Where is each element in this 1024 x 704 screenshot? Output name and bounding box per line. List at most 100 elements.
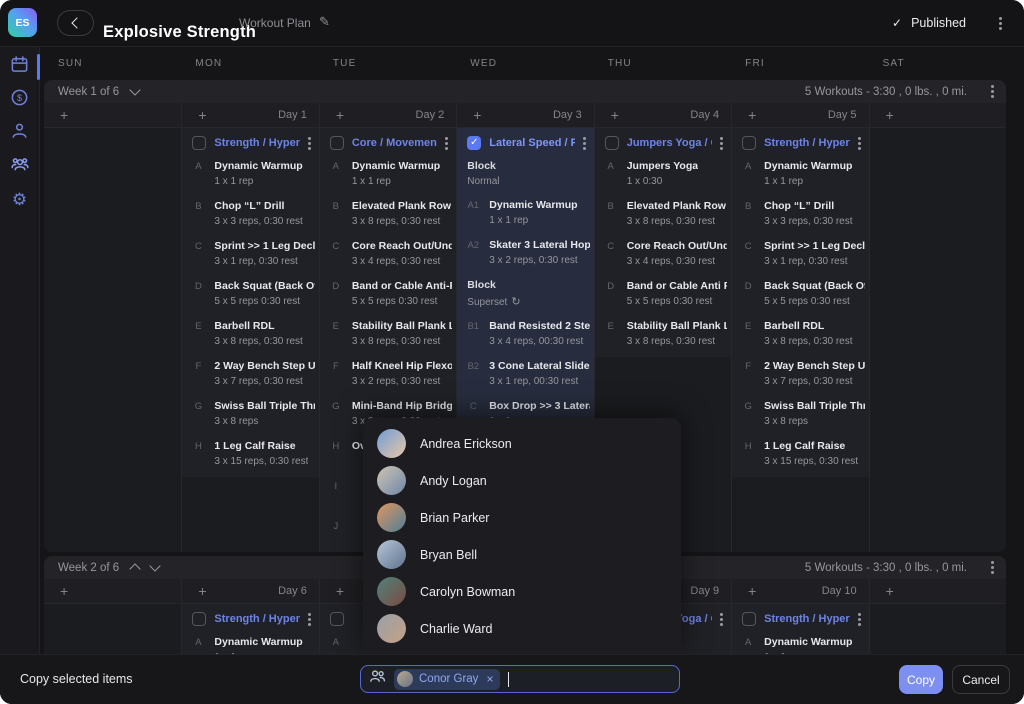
workout-menu-icon[interactable] bbox=[583, 142, 586, 145]
exercise-text: Band or Cable Anti-Rotati...5 x 5 reps 0… bbox=[352, 280, 452, 308]
workout-title[interactable]: Strength / Hypertro... bbox=[214, 137, 299, 149]
workout-card[interactable]: Strength / Hypertro... ADynamic Warmup1 x… bbox=[182, 128, 318, 477]
header-menu-icon[interactable] bbox=[999, 22, 1002, 25]
week-menu-icon[interactable] bbox=[991, 566, 994, 569]
workout-card[interactable]: Jumpers Yoga / Core AJumpers Yoga1 x 0:30… bbox=[595, 128, 731, 357]
workout-checkbox[interactable] bbox=[742, 136, 756, 150]
workout-title[interactable]: Strength / Hypertro... bbox=[764, 137, 849, 149]
athlete-option[interactable]: Carolyn Bowman bbox=[363, 573, 681, 610]
exercise-row[interactable]: F2 Way Bench Step Up3 x 7 reps, 0:30 res… bbox=[732, 357, 868, 397]
exercise-row[interactable]: EBarbell RDL3 x 8 reps, 0:30 rest bbox=[732, 317, 868, 357]
add-workout-icon[interactable]: + bbox=[198, 108, 206, 122]
sidebar-item-clients[interactable] bbox=[6, 120, 34, 146]
sidebar-item-settings[interactable]: ⚙ bbox=[6, 186, 34, 212]
exercise-row[interactable]: BElevated Plank Row3 x 8 reps, 0:30 rest bbox=[595, 197, 731, 237]
edit-title-icon[interactable]: ✎ bbox=[319, 14, 330, 30]
exercise-row[interactable]: CCore Reach Out/Under3 x 4 reps, 0:30 re… bbox=[595, 237, 731, 277]
workout-menu-icon[interactable] bbox=[720, 618, 723, 621]
add-workout-icon[interactable]: + bbox=[611, 108, 619, 122]
exercise-row[interactable]: DBand or Cable Anti Rotati...5 x 5 reps … bbox=[595, 277, 731, 317]
workout-title[interactable]: Lateral Speed / Plyo bbox=[489, 137, 574, 149]
exercise-row[interactable]: BChop “L” Drill3 x 3 reps, 0:30 rest bbox=[182, 197, 318, 237]
exercise-row[interactable]: H1 Leg Calf Raise3 x 15 reps, 0:30 rest bbox=[182, 437, 318, 477]
athlete-option[interactable]: Andrea Erickson bbox=[363, 425, 681, 462]
selected-athlete-chip[interactable]: Conor Gray × bbox=[394, 669, 500, 690]
sidebar-item-billing[interactable]: $ bbox=[6, 87, 34, 113]
add-workout-icon[interactable]: + bbox=[336, 584, 344, 598]
workout-title[interactable]: Core / Movement Q... bbox=[352, 137, 437, 149]
athlete-option[interactable]: Charlie Ward bbox=[363, 610, 681, 647]
workout-title[interactable]: Strength / Hypertro... bbox=[214, 613, 299, 625]
workout-menu-icon[interactable] bbox=[858, 142, 861, 145]
exercise-row[interactable]: DBack Squat (Back Off Set)5 x 5 reps 0:3… bbox=[732, 277, 868, 317]
sidebar-item-groups[interactable] bbox=[6, 153, 34, 179]
back-button[interactable] bbox=[57, 10, 94, 36]
athlete-option[interactable]: Andy Logan bbox=[363, 462, 681, 499]
week-expand-icon[interactable] bbox=[129, 84, 140, 95]
athlete-option[interactable]: Brian Parker bbox=[363, 499, 681, 536]
exercise-row[interactable]: EStability Ball Plank Linear ...3 x 8 re… bbox=[595, 317, 731, 357]
workout-menu-icon[interactable] bbox=[308, 142, 311, 145]
add-workout-icon[interactable]: + bbox=[748, 108, 756, 122]
exercise-row[interactable]: FHalf Kneel Hip Flexor Rais...3 x 2 reps… bbox=[320, 357, 456, 397]
exercise-row[interactable]: A2Skater 3 Lateral Hops >> ...3 x 2 reps… bbox=[457, 236, 593, 276]
exercise-row[interactable]: CSprint >> 1 Leg Declarations3 x 1 rep, … bbox=[732, 237, 868, 277]
workout-menu-icon[interactable] bbox=[308, 618, 311, 621]
add-workout-icon[interactable]: + bbox=[60, 584, 68, 598]
workout-checkbox[interactable] bbox=[605, 136, 619, 150]
exercise-row[interactable]: DBack Squat (Back Off Set)5 x 5 reps 0:3… bbox=[182, 277, 318, 317]
workout-title[interactable]: Strength / Hypertro... bbox=[764, 613, 849, 625]
exercise-row[interactable]: GSwiss Ball Triple Threat3 x 8 reps bbox=[732, 397, 868, 437]
exercise-row[interactable]: AJumpers Yoga1 x 0:30 bbox=[595, 157, 731, 197]
exercise-row[interactable]: DBand or Cable Anti-Rotati...5 x 5 reps … bbox=[320, 277, 456, 317]
exercise-row[interactable]: A1Dynamic Warmup1 x 1 rep bbox=[457, 196, 593, 236]
workout-menu-icon[interactable] bbox=[720, 142, 723, 145]
cancel-button[interactable]: Cancel bbox=[952, 665, 1010, 694]
add-workout-icon[interactable]: + bbox=[336, 108, 344, 122]
workout-card[interactable]: Strength / Hypertro... ADynamic Warmup1 x… bbox=[182, 604, 318, 655]
add-workout-icon[interactable]: + bbox=[886, 108, 894, 122]
exercise-row[interactable]: GSwiss Ball Triple Threat3 x 8 reps bbox=[182, 397, 318, 437]
published-status[interactable]: ✓ Published bbox=[892, 16, 966, 30]
exercise-row[interactable]: CSprint >> 1 Leg Declarations3 x 1 rep, … bbox=[182, 237, 318, 277]
workout-checkbox[interactable] bbox=[330, 612, 344, 626]
exercise-row[interactable]: ADynamic Warmup1 x 1 rep bbox=[182, 633, 318, 655]
chip-remove-icon[interactable]: × bbox=[486, 673, 493, 685]
exercise-row[interactable]: H1 Leg Calf Raise3 x 15 reps, 0:30 rest bbox=[732, 437, 868, 477]
athlete-assign-input[interactable]: Conor Gray × bbox=[360, 665, 680, 693]
exercise-row[interactable]: BElevated Plank Row3 x 8 reps, 0:30 rest bbox=[320, 197, 456, 237]
week-expand-icon[interactable] bbox=[149, 560, 160, 571]
exercise-row[interactable]: B23 Cone Lateral Slide3 x 1 rep, 00:30 r… bbox=[457, 357, 593, 397]
workout-menu-icon[interactable] bbox=[858, 618, 861, 621]
exercise-row[interactable]: F2 Way Bench Step Up3 x 7 reps, 0:30 res… bbox=[182, 357, 318, 397]
add-workout-icon[interactable]: + bbox=[748, 584, 756, 598]
workout-card[interactable]: Strength / Hypertro... ADynamic Warmup1 x… bbox=[732, 128, 868, 477]
workout-menu-icon[interactable] bbox=[445, 142, 448, 145]
add-workout-icon[interactable]: + bbox=[198, 584, 206, 598]
workout-card[interactable]: Strength / Hypertro... ADynamic Warmup1 x… bbox=[732, 604, 868, 655]
exercise-row[interactable]: ADynamic Warmup1 x 1 rep bbox=[320, 157, 456, 197]
day-of-week-label: THU bbox=[594, 58, 731, 69]
exercise-row[interactable]: EBarbell RDL3 x 8 reps, 0:30 rest bbox=[182, 317, 318, 357]
exercise-row[interactable]: B1Band Resisted 2 Step Late...3 x 4 reps… bbox=[457, 317, 593, 357]
week-collapse-icon[interactable] bbox=[129, 563, 140, 574]
add-workout-icon[interactable]: + bbox=[886, 584, 894, 598]
exercise-row[interactable]: EStability Ball Plank Linear ...3 x 8 re… bbox=[320, 317, 456, 357]
exercise-row[interactable]: CCore Reach Out/Under3 x 4 reps, 0:30 re… bbox=[320, 237, 456, 277]
workout-checkbox[interactable] bbox=[742, 612, 756, 626]
exercise-row[interactable]: ADynamic Warmup1 x 1 rep bbox=[182, 157, 318, 197]
exercise-row[interactable]: ADynamic Warmup1 x 1 rep bbox=[732, 157, 868, 197]
workout-checkbox[interactable] bbox=[192, 136, 206, 150]
sidebar-item-calendar[interactable] bbox=[6, 54, 34, 80]
add-workout-icon[interactable]: + bbox=[60, 108, 68, 122]
workout-checkbox[interactable] bbox=[330, 136, 344, 150]
exercise-row[interactable]: BChop “L” Drill3 x 3 reps, 0:30 rest bbox=[732, 197, 868, 237]
workout-title[interactable]: Jumpers Yoga / Core bbox=[627, 137, 712, 149]
copy-button[interactable]: Copy bbox=[899, 665, 943, 694]
week-menu-icon[interactable] bbox=[991, 90, 994, 93]
workout-checkbox[interactable] bbox=[192, 612, 206, 626]
athlete-option[interactable]: Bryan Bell bbox=[363, 536, 681, 573]
add-workout-icon[interactable]: + bbox=[473, 108, 481, 122]
exercise-row[interactable]: ADynamic Warmup1 x 1 rep bbox=[732, 633, 868, 655]
workout-checkbox[interactable]: ✓ bbox=[467, 136, 481, 150]
